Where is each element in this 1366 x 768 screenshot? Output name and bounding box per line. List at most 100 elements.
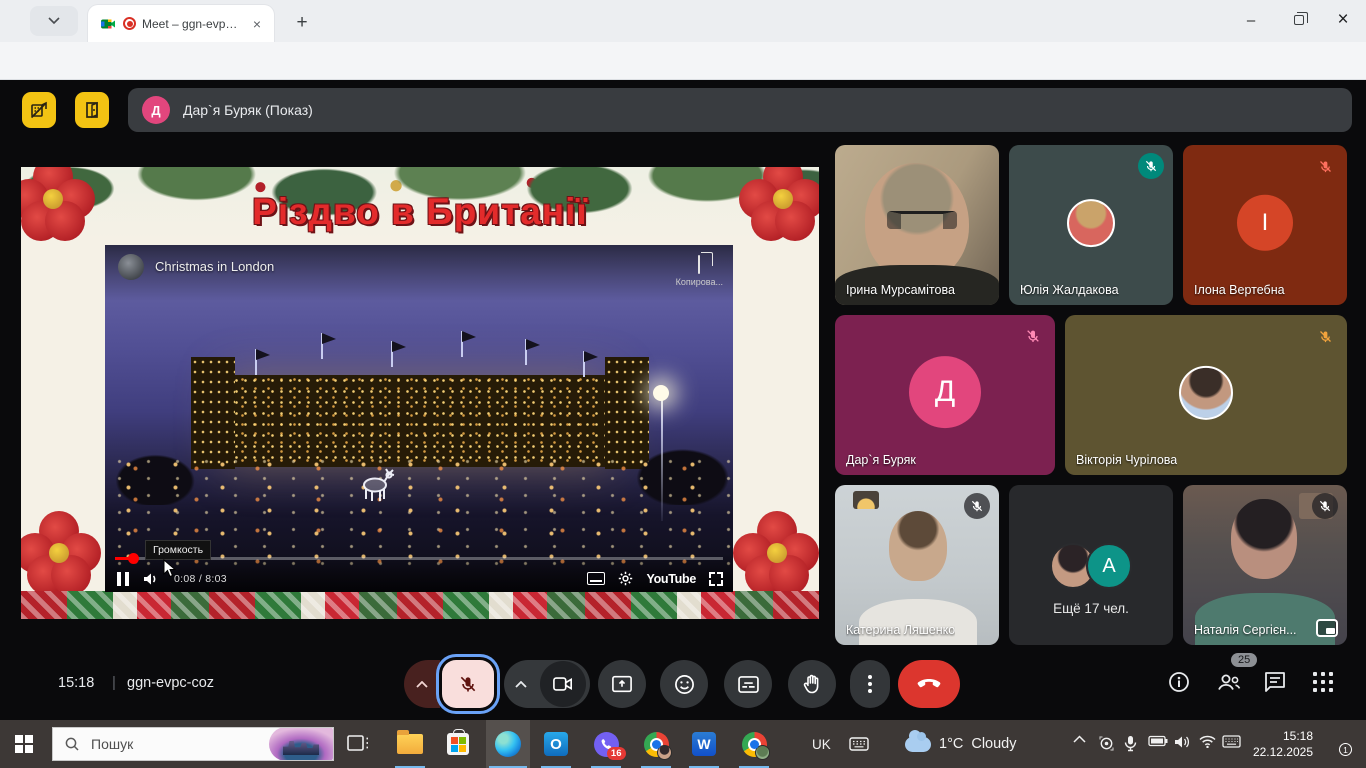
chrome-icon (644, 732, 669, 757)
participant-photo-avatar (1067, 199, 1115, 247)
tab-search-button[interactable] (30, 6, 78, 36)
tray-camera-indicator[interactable] (1098, 735, 1115, 752)
taskbar-app-edge[interactable] (486, 720, 530, 768)
participant-tile[interactable]: Юлія Жалдакова (1009, 145, 1173, 305)
presenter-chip[interactable]: Д Дар`я Буряк (Показ) (128, 88, 1352, 132)
copy-label: Копирова... (676, 277, 723, 287)
taskbar-app-explorer[interactable] (388, 720, 432, 768)
edge-icon (495, 731, 521, 757)
browser-tab[interactable]: Meet – ggn-evpc-coz × (88, 5, 274, 42)
youtube-player[interactable]: Christmas in London Копирова... 0:08 (105, 245, 733, 592)
participant-name: Катерина Ляшенко (846, 623, 955, 637)
participant-name: Вікторія Чурілова (1076, 453, 1177, 467)
people-panel-button[interactable] (1216, 671, 1242, 693)
weather-widget[interactable]: 1°C Cloudy (905, 720, 1016, 768)
window-restore-button[interactable] (1276, 0, 1322, 40)
participant-name: Ірина Мурсамітова (846, 283, 955, 297)
new-tab-button[interactable]: + (288, 9, 316, 37)
meeting-details-button[interactable] (1168, 671, 1190, 693)
tray-volume[interactable] (1174, 735, 1191, 749)
window-minimize-button[interactable]: – (1228, 0, 1274, 40)
gifts-strip-decoration (21, 591, 819, 619)
camera-icon (553, 676, 573, 692)
participant-name: Ілона Вертебна (1194, 283, 1285, 297)
webcam-person-body (859, 599, 977, 645)
mic-muted-icon (1312, 323, 1338, 349)
end-call-button[interactable] (898, 660, 960, 708)
apps-grid-icon (1312, 671, 1334, 693)
youtube-logo[interactable]: YouTube (646, 572, 696, 586)
captions-button[interactable] (724, 660, 772, 708)
meet-favicon-icon (100, 16, 116, 32)
camera-toggle-button[interactable] (540, 661, 586, 707)
participant-tile[interactable]: Катерина Ляшенко (835, 485, 999, 645)
file-explorer-icon (397, 734, 423, 754)
notification-center-button[interactable]: 1 (1326, 733, 1348, 751)
flag-decoration (255, 349, 257, 375)
more-participants-tile[interactable]: A Ещё 17 чел. (1009, 485, 1173, 645)
participant-tile[interactable]: І Ілона Вертебна (1183, 145, 1347, 305)
tray-microphone[interactable] (1124, 735, 1137, 752)
mic-toggle-button[interactable] (442, 660, 494, 708)
extension-exit-button[interactable] (75, 92, 109, 128)
microsoft-store-icon (447, 733, 469, 755)
taskbar-app-chrome-profile1[interactable] (634, 720, 678, 768)
volume-button[interactable] (143, 572, 160, 586)
channel-avatar[interactable] (118, 254, 144, 280)
participant-letter-avatar: A (1086, 543, 1132, 589)
windows-taskbar: Пошук O 16 W UK 1°C Cloudy (0, 720, 1366, 768)
taskbar-app-outlook[interactable]: O (534, 720, 578, 768)
raise-hand-button[interactable] (788, 660, 836, 708)
activities-button[interactable] (1312, 671, 1334, 693)
touch-keyboard-icon (1222, 735, 1241, 748)
pause-button[interactable] (117, 572, 129, 586)
tray-expand-button[interactable] (1073, 735, 1086, 743)
progress-knob[interactable] (128, 553, 139, 564)
tab-close-button[interactable]: × (248, 15, 266, 33)
screen: Meet – ggn-evpc-coz × + – × ← https://me… (0, 0, 1366, 768)
player-settings-button[interactable] (618, 571, 633, 586)
search-highlight-image[interactable] (269, 727, 333, 761)
present-button[interactable] (598, 660, 646, 708)
copy-link-button[interactable]: Копирова... (676, 256, 723, 287)
task-view-button[interactable] (346, 732, 372, 756)
chat-panel-button[interactable] (1264, 671, 1286, 693)
chevron-down-icon (48, 17, 60, 25)
start-button[interactable] (0, 720, 48, 768)
camera-options-button[interactable] (504, 681, 538, 688)
participants-grid: Ірина Мурсамітова Юлія Жалдакова І Ілона… (835, 145, 1347, 645)
taskbar-app-chrome-profile2[interactable] (732, 720, 776, 768)
taskbar-clock[interactable]: 15:18 22.12.2025 (1243, 728, 1313, 760)
participant-tile[interactable]: Д Дар`я Буряк (835, 315, 1055, 475)
tray-network[interactable] (1199, 735, 1216, 748)
mic-control-group (404, 660, 494, 708)
taskbar-search[interactable]: Пошук (52, 727, 334, 761)
presentation-stage[interactable]: Різдво в Британії (21, 167, 819, 619)
taskbar-app-store[interactable] (436, 720, 480, 768)
tray-battery[interactable] (1148, 735, 1168, 747)
participant-tile[interactable]: Вікторія Чурілова (1065, 315, 1347, 475)
viber-unread-badge: 16 (607, 747, 626, 760)
subtitles-button[interactable] (587, 572, 605, 585)
browser-titlebar: Meet – ggn-evpc-coz × + – × (0, 0, 1366, 42)
mouse-cursor (163, 559, 176, 578)
taskbar-app-viber[interactable]: 16 (584, 720, 628, 768)
more-options-button[interactable] (850, 660, 890, 708)
flag-decoration (321, 333, 323, 359)
microphone-icon (1124, 735, 1137, 752)
background-lamp (853, 491, 879, 509)
reactions-button[interactable] (660, 660, 708, 708)
people-icon (1216, 671, 1242, 693)
picture-in-picture-icon[interactable] (1316, 619, 1338, 637)
language-indicator[interactable]: UK (812, 720, 869, 768)
tray-touch-keyboard[interactable] (1222, 735, 1241, 748)
mic-options-button[interactable] (404, 660, 440, 708)
participant-tile[interactable]: Наталія Сергієн... (1183, 485, 1347, 645)
extension-grid-off-button[interactable] (22, 92, 56, 128)
taskbar-app-word[interactable]: W (682, 720, 726, 768)
window-close-button[interactable]: × (1320, 0, 1366, 40)
video-title[interactable]: Christmas in London (155, 259, 676, 274)
fullscreen-button[interactable] (709, 572, 723, 586)
participant-tile[interactable]: Ірина Мурсамітова (835, 145, 999, 305)
viber-icon: 16 (594, 732, 619, 757)
